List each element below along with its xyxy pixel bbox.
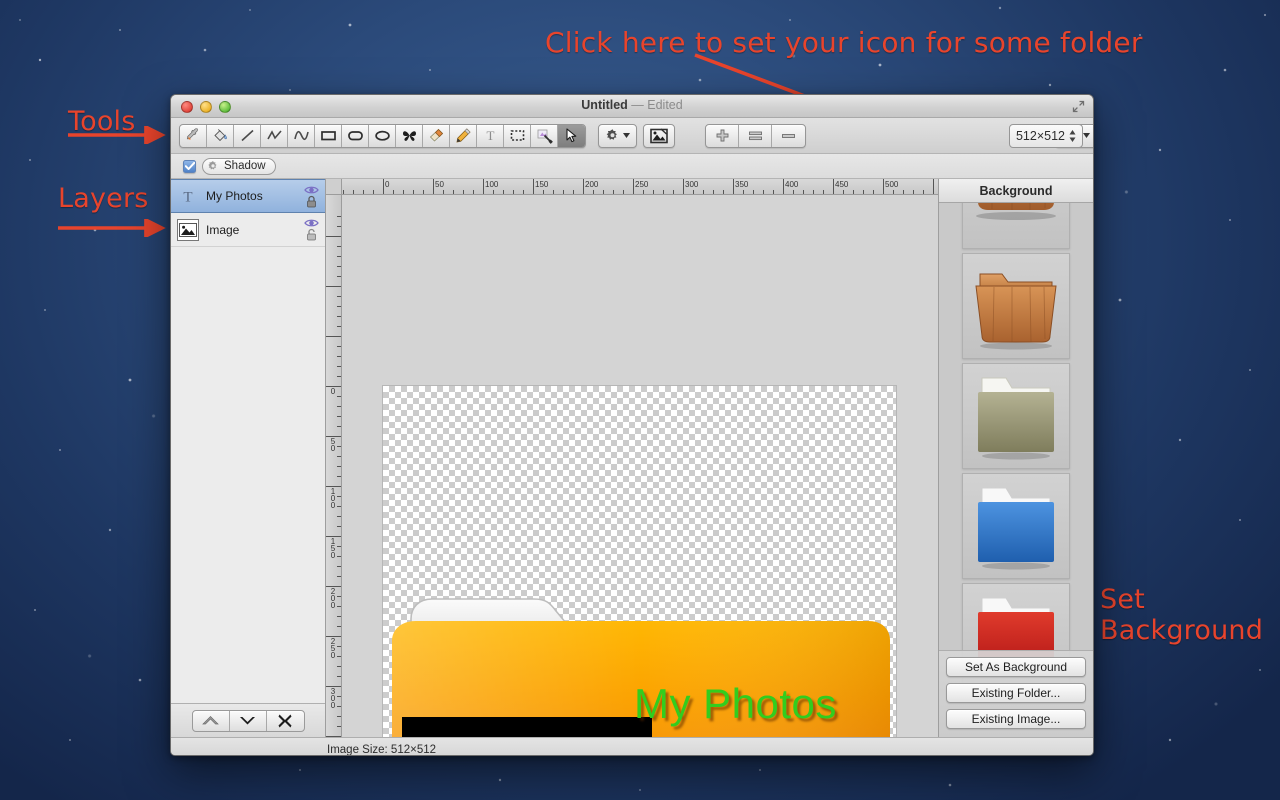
main-toolbar: T 512×512 — [171, 118, 1093, 154]
background-thumb-khaki-folder[interactable] — [962, 363, 1070, 469]
eyedropper-tool[interactable] — [180, 124, 207, 147]
shadow-settings-button[interactable]: Shadow — [202, 157, 276, 175]
background-thumb-wood-folder-open[interactable] — [962, 203, 1070, 249]
status-bar: Image Size: 512×512 — [171, 737, 1093, 756]
layers-panel: T My Photos Image — [171, 179, 326, 737]
window-title-suffix: — Edited — [631, 98, 683, 112]
zoom-out-button[interactable] — [772, 125, 805, 147]
shadow-options-bar: Shadow — [171, 154, 1093, 179]
zoom-controls-group — [705, 123, 806, 148]
canvas-scroll-view[interactable]: My Photos — [342, 195, 938, 737]
chevron-down-icon — [1083, 133, 1090, 138]
ellipse-tool[interactable] — [369, 124, 396, 147]
background-thumb-wood-folder[interactable] — [962, 253, 1070, 359]
canvas-text-my-photos[interactable]: My Photos — [634, 680, 837, 728]
equals-icon — [748, 131, 762, 140]
layer-state-icons — [303, 185, 319, 208]
folder-thumbnail-icon — [978, 487, 1054, 570]
drawing-tools-group: T — [179, 123, 586, 148]
image-layer-thumbnail — [177, 218, 199, 241]
layer-name: My Photos — [206, 189, 263, 203]
checkmark-icon — [184, 161, 195, 170]
move-layer-up-button[interactable] — [193, 710, 230, 731]
canvas-size-stepper[interactable]: 512×512 — [1008, 123, 1083, 148]
layer-name: Image — [206, 222, 240, 237]
annotation-set-icon: Click here to set your icon for some fol… — [545, 26, 1143, 59]
shadow-checkbox[interactable] — [183, 159, 196, 173]
folder-thumbnail-icon — [976, 203, 1056, 220]
horizontal-ruler: 0 50 100 150 200 250 300 350 400 450 500 — [342, 179, 938, 195]
folder-thumbnail-icon — [978, 377, 1054, 460]
minus-icon — [782, 133, 795, 138]
chevron-down-icon — [623, 133, 630, 138]
gear-icon — [606, 129, 617, 140]
image-size-status: Image Size: 512×512 — [327, 743, 437, 756]
layer-row-my-photos[interactable]: T My Photos — [171, 179, 325, 213]
magic-wand-tool[interactable] — [531, 124, 558, 147]
rectangle-tool[interactable] — [315, 124, 342, 147]
lock-open-icon[interactable] — [306, 228, 317, 241]
eye-icon[interactable] — [303, 218, 319, 228]
layers-list: T My Photos Image — [171, 179, 325, 703]
layers-footer — [171, 703, 325, 737]
text-tool[interactable]: T — [477, 124, 504, 147]
rounded-rect-tool[interactable] — [342, 124, 369, 147]
shape-tool[interactable] — [396, 124, 423, 147]
plus-icon — [716, 129, 728, 142]
background-action-buttons: Set As Background Existing Folder... Exi… — [939, 650, 1093, 737]
eraser-tool[interactable] — [423, 124, 450, 147]
polyline-tool[interactable] — [261, 124, 288, 147]
annotation-layers: Layers — [58, 183, 149, 214]
line-tool[interactable] — [234, 124, 261, 147]
layer-state-icons — [303, 218, 319, 241]
ruler-corner — [326, 179, 342, 195]
chevron-up-icon — [202, 716, 219, 725]
canvas-area[interactable]: 0 50 100 150 200 250 300 350 400 450 500 050100150… — [326, 179, 938, 737]
background-panel-header: Background — [939, 179, 1093, 203]
set-as-background-button[interactable]: Set As Background — [946, 657, 1086, 677]
image-effects-icon — [650, 127, 668, 143]
zoom-actual-size-button[interactable] — [739, 124, 772, 147]
canvas-size-value: 512×512 — [1015, 128, 1065, 143]
image-effects-button[interactable] — [643, 123, 675, 148]
annotation-tools: Tools — [68, 106, 136, 137]
arrow-to-layers — [58, 219, 166, 237]
desktop-wallpaper: Click here to set your icon for some fol… — [0, 0, 1280, 800]
zoom-in-button[interactable] — [706, 124, 739, 147]
annotation-set-background: Set Background — [1100, 584, 1264, 647]
existing-image-button[interactable]: Existing Image... — [946, 709, 1086, 729]
pencil-tool[interactable] — [450, 124, 477, 147]
layer-row-image[interactable]: Image — [171, 213, 325, 247]
background-thumb-blue-folder[interactable] — [962, 473, 1070, 579]
eye-icon[interactable] — [303, 185, 319, 195]
close-icon — [278, 714, 292, 727]
delete-layer-button[interactable] — [267, 711, 304, 731]
background-panel: Background Set As Background Existing Fo… — [938, 179, 1093, 737]
existing-folder-button[interactable]: Existing Folder... — [946, 683, 1086, 703]
vertical-ruler: 050100150200250300350 — [326, 195, 342, 737]
layer-actions-group — [191, 709, 305, 732]
marquee-select-tool[interactable] — [504, 124, 531, 147]
svg-text:T: T — [183, 190, 192, 206]
stepper-arrows-icon[interactable] — [1069, 129, 1076, 143]
gear-icon — [208, 160, 217, 170]
move-layer-down-button[interactable] — [230, 710, 267, 731]
fullscreen-icon[interactable] — [1072, 100, 1085, 113]
curve-tool[interactable] — [288, 124, 315, 147]
window-title: Untitled — Edited — [171, 98, 1093, 112]
settings-menu-button[interactable] — [598, 123, 637, 148]
artboard[interactable]: My Photos — [383, 386, 896, 737]
folder-thumbnail-icon — [975, 273, 1057, 350]
app-window: Untitled — Edited T 512×512 Shadow T My … — [170, 94, 1094, 756]
svg-text:T: T — [486, 128, 494, 143]
window-body: T My Photos Image 0 50 100 150 200 250 3… — [171, 179, 1093, 737]
shadow-label: Shadow — [224, 160, 266, 172]
chevron-down-icon — [240, 717, 255, 725]
lock-closed-icon[interactable] — [306, 195, 317, 208]
window-titlebar: Untitled — Edited — [171, 95, 1093, 118]
pointer-tool[interactable] — [558, 124, 585, 147]
paint-bucket-tool[interactable] — [207, 124, 234, 147]
window-title-text: Untitled — [581, 98, 628, 112]
text-layer-thumbnail: T — [177, 185, 199, 207]
